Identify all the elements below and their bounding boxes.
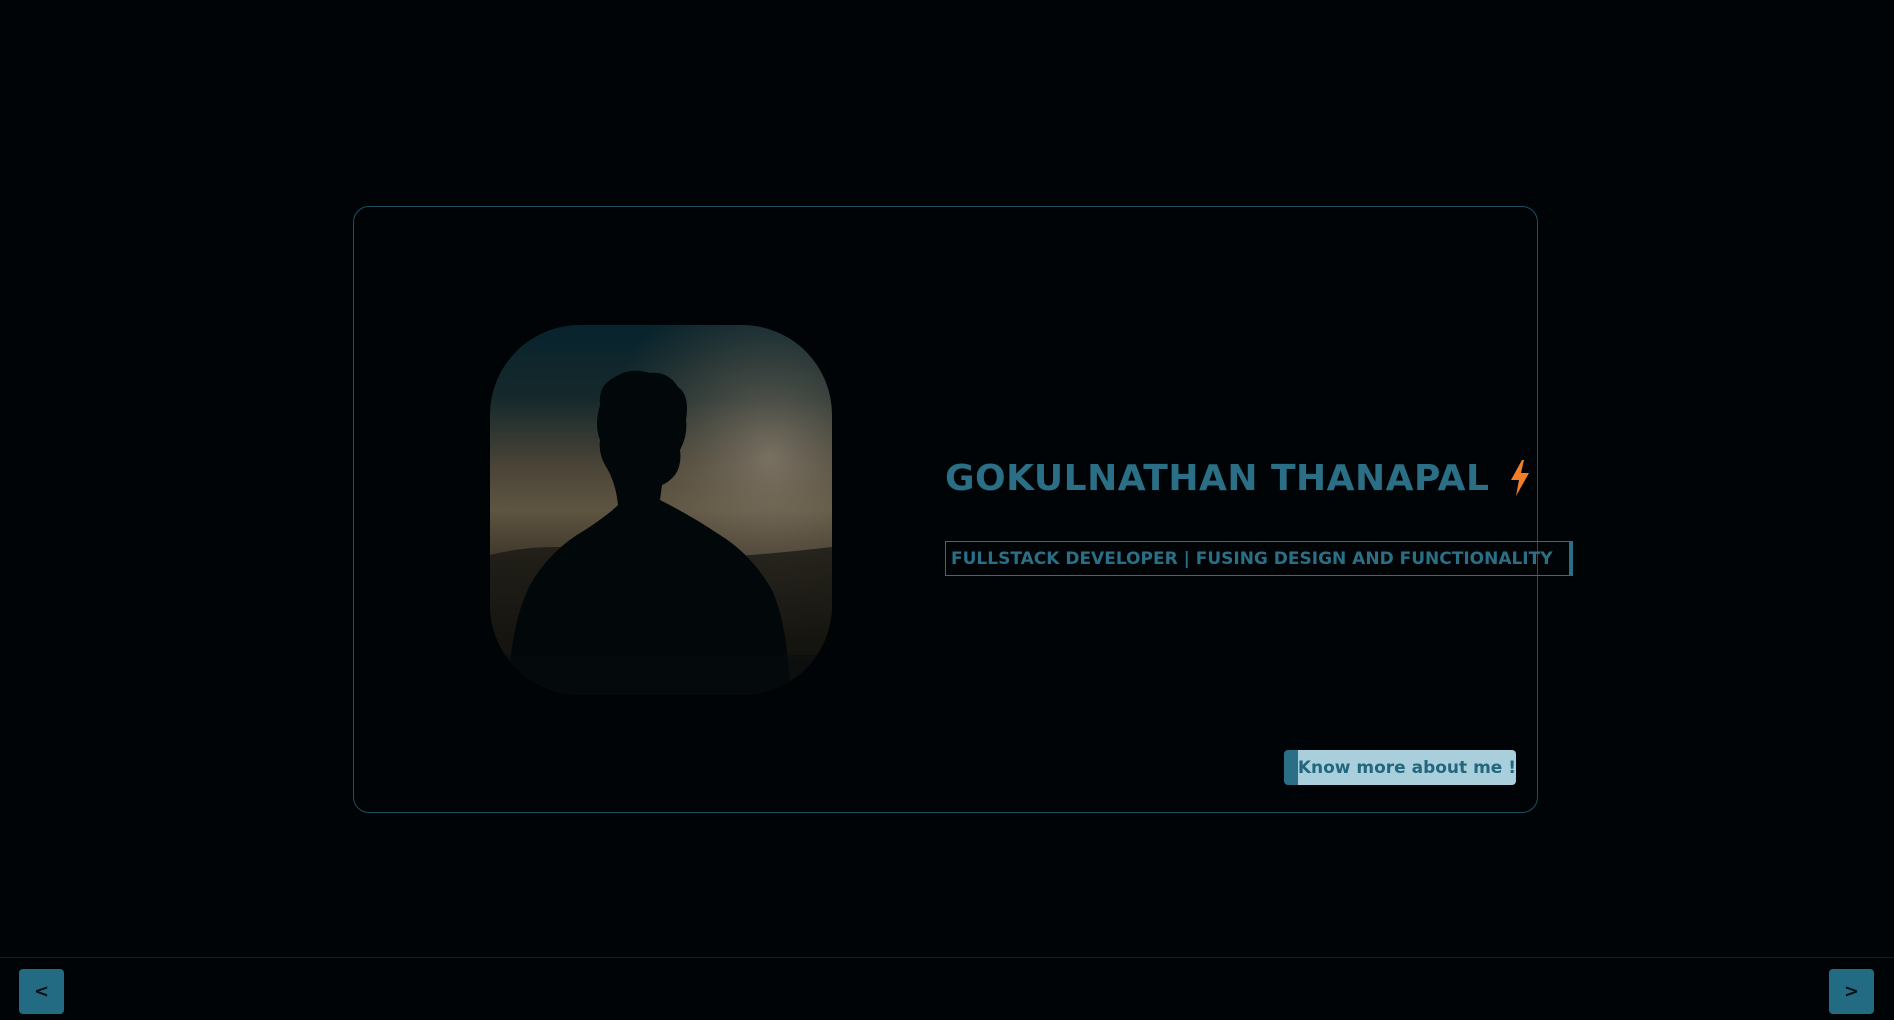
tagline-text: FULLSTACK DEVELOPER | FUSING DESIGN AND …	[951, 548, 1553, 569]
hero-name-text: GOKULNATHAN THANAPAL	[945, 457, 1490, 499]
hero-tagline: FULLSTACK DEVELOPER | FUSING DESIGN AND …	[945, 541, 1573, 576]
next-page-button[interactable]: >	[1829, 969, 1874, 1014]
button-body: Know more about me !	[1297, 750, 1516, 785]
footer-divider	[0, 957, 1894, 958]
know-more-label: Know more about me !	[1297, 757, 1516, 778]
hero-name: GOKULNATHAN THANAPAL	[945, 453, 1531, 503]
know-more-button[interactable]: Know more about me !	[1284, 750, 1516, 785]
page: GOKULNATHAN THANAPAL FULLSTACK DEVELOPER…	[0, 0, 1894, 1020]
lightning-bolt-icon	[1509, 459, 1531, 497]
previous-page-button[interactable]: <	[19, 969, 64, 1014]
profile-photo	[490, 325, 832, 695]
button-accent-bar	[1284, 750, 1298, 785]
